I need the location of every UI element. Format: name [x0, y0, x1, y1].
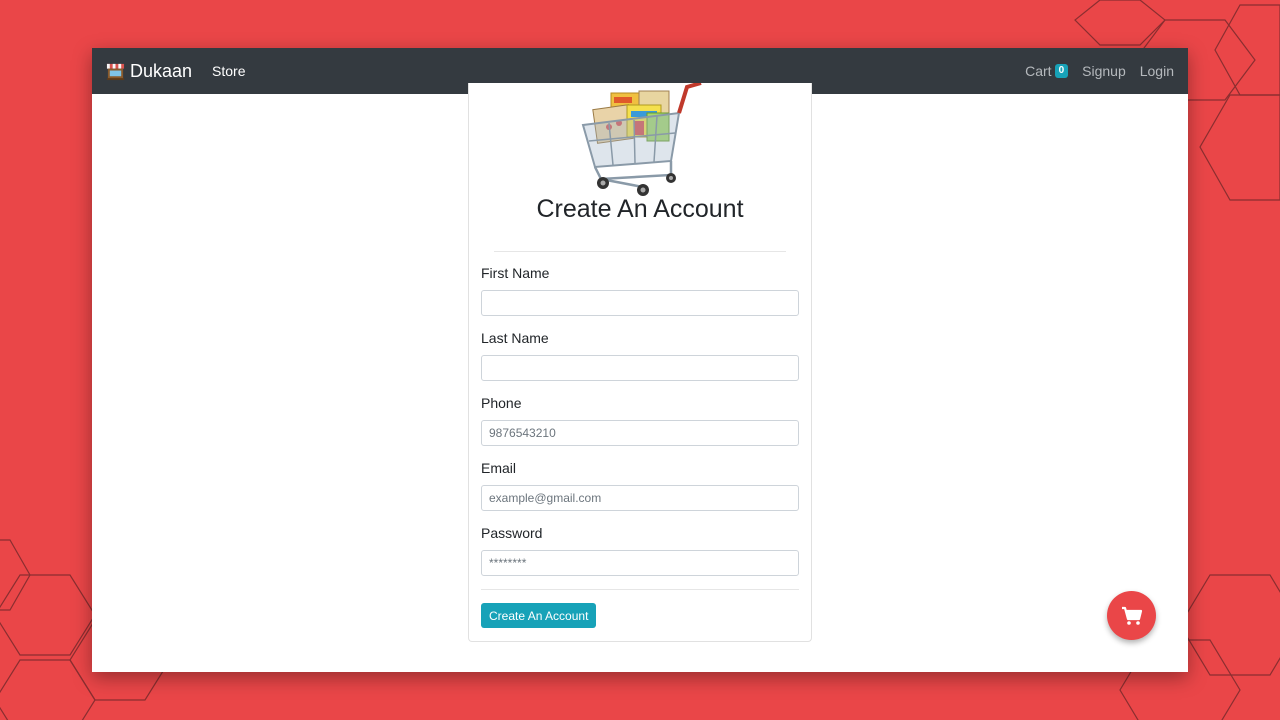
nav-login-link[interactable]: Login [1140, 63, 1174, 79]
floating-cart-button[interactable] [1107, 591, 1156, 640]
last-name-label: Last Name [481, 330, 549, 346]
nav-store-link[interactable]: Store [212, 63, 245, 79]
email-input[interactable] [481, 485, 799, 511]
first-name-label: First Name [481, 265, 550, 281]
divider [494, 251, 786, 252]
nav-cart-link[interactable]: Cart 0 [1025, 63, 1069, 79]
page-title: Create An Account [536, 195, 744, 223]
email-label: Email [481, 460, 517, 476]
brand-link[interactable]: Dukaan [106, 61, 192, 82]
divider [481, 589, 799, 590]
first-name-input[interactable] [481, 290, 799, 316]
phone-input[interactable] [481, 420, 799, 446]
shopping-cart-illustration [581, 83, 702, 196]
nav-right: Cart 0 Signup Login [1025, 63, 1174, 79]
create-account-button[interactable]: Create An Account [481, 603, 597, 628]
brand-name: Dukaan [130, 60, 193, 81]
password-label: Password [481, 525, 543, 541]
signup-card: Create An Account First Name Last Name P… [468, 83, 812, 642]
phone-label: Phone [481, 395, 522, 411]
browser-window: Dukaan Store Cart 0 Signup Login Create … [92, 48, 1188, 672]
nav-signup-link[interactable]: Signup [1082, 63, 1126, 79]
password-input[interactable] [481, 550, 799, 576]
store-icon [106, 63, 125, 80]
last-name-input[interactable] [481, 355, 799, 381]
cart-count-badge: 0 [1054, 64, 1069, 78]
shopping-cart-icon [1121, 606, 1142, 625]
cart-label: Cart [1025, 63, 1052, 79]
